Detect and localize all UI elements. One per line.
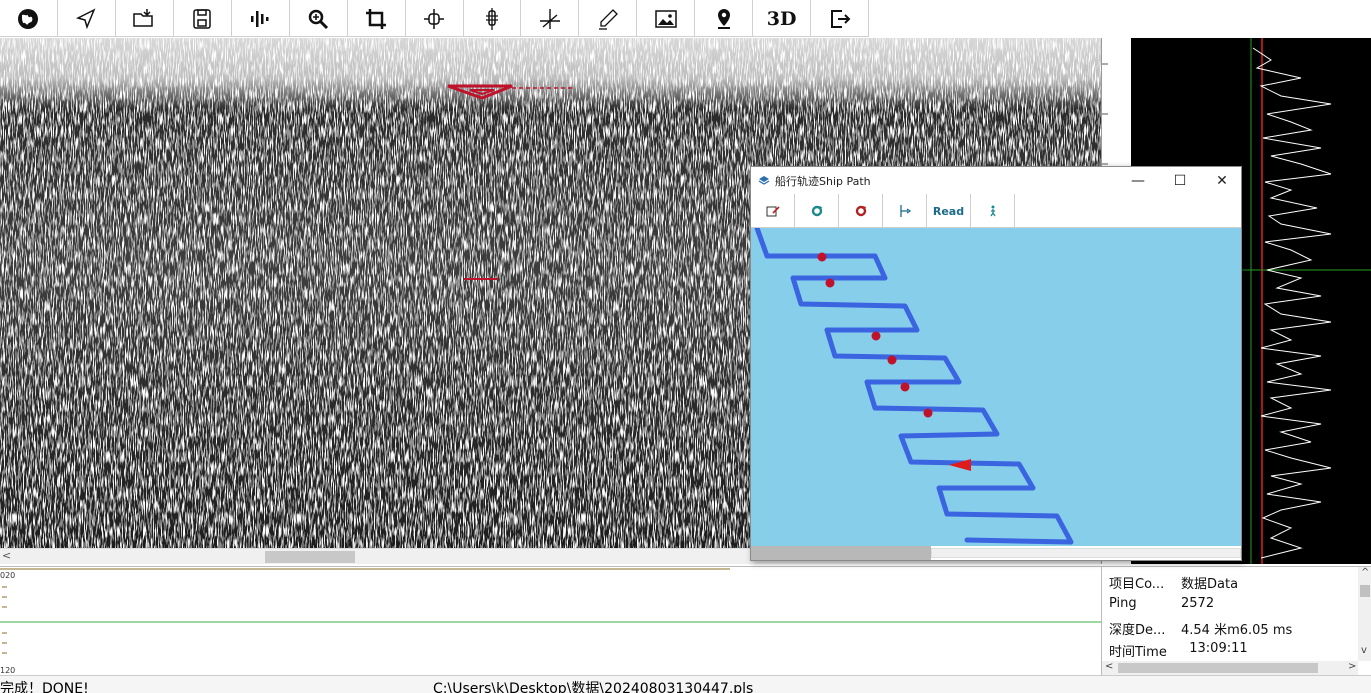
edit-button[interactable] — [751, 194, 795, 228]
ship-track-canvas — [754, 228, 1074, 545]
scroll-up-arrow[interactable]: ^ — [1361, 567, 1369, 578]
maximize-button[interactable]: ☐ — [1159, 167, 1201, 194]
exit-icon — [830, 9, 851, 28]
ship-map-scroll-thumb[interactable] — [751, 546, 931, 560]
signal-strip: 020 120 — [0, 566, 1101, 675]
ship-path-title: 船行轨迹Ship Path — [775, 174, 871, 188]
navigate-button[interactable] — [58, 0, 116, 37]
info-vertical-scrollbar[interactable]: ^ v — [1358, 567, 1371, 661]
crop-button[interactable] — [348, 0, 406, 37]
scroll-down-arrow[interactable]: v — [1361, 645, 1367, 656]
info-value: 2572 — [1181, 596, 1215, 611]
depth-marker-button[interactable] — [464, 0, 522, 37]
exit-button[interactable] — [811, 0, 870, 37]
globe-button[interactable] — [0, 0, 58, 37]
info-key: 深度De... — [1109, 623, 1166, 638]
refresh-icon — [811, 205, 822, 217]
track-marker — [817, 252, 827, 262]
image-icon — [655, 9, 677, 28]
window-app-icon — [758, 175, 770, 185]
sonar-scroll-thumb[interactable] — [265, 551, 355, 563]
app-window: 3D < 020 120 项目Co... 数据Data Ping 2572 深度… — [0, 0, 1371, 693]
track-marker — [871, 331, 881, 341]
info-value: 4.54 米m6.05 ms — [1181, 623, 1293, 638]
ship-map-scroll-track[interactable] — [931, 548, 1241, 558]
3d-label: 3D — [766, 7, 797, 30]
toolbar-empty-area — [869, 0, 1371, 37]
edit-icon — [766, 206, 780, 217]
ship-path-titlebar[interactable]: 船行轨迹Ship Path — ☐ ✕ — [751, 167, 1241, 194]
image-button[interactable] — [637, 0, 696, 37]
target-button[interactable] — [406, 0, 464, 37]
info-table: 项目Co... 数据Data Ping 2572 深度De... 4.54 米m… — [1101, 566, 1371, 675]
navigate-arrow-icon — [76, 7, 96, 29]
refresh-button[interactable] — [795, 194, 839, 228]
strip-bottom-label: 120 — [0, 666, 16, 675]
info-horizontal-scrollbar[interactable]: < > — [1102, 661, 1358, 675]
axis-icon — [539, 8, 560, 29]
waveform-icon — [251, 10, 269, 27]
walker-button[interactable] — [971, 194, 1015, 228]
minimize-button[interactable]: — — [1117, 167, 1159, 194]
info-key: Ping — [1109, 596, 1137, 611]
info-value: 13:09:11 — [1181, 641, 1248, 656]
pen-button[interactable] — [579, 0, 638, 37]
zoom-icon — [308, 9, 329, 29]
path-icon — [899, 205, 911, 217]
status-bar: 完成！DONE! C:\Users\k\Desktop\数据\202408031… — [0, 675, 1371, 693]
info-row-ping[interactable]: Ping 2572 — [1102, 593, 1356, 615]
refresh-red-icon — [855, 205, 866, 217]
map-pin-button[interactable] — [695, 0, 754, 37]
main-toolbar: 3D — [0, 0, 870, 37]
info-key: 时间Time — [1109, 645, 1167, 660]
zoom-button[interactable] — [290, 0, 348, 37]
info-row-project[interactable]: 项目Co... 数据Data — [1102, 570, 1356, 592]
save-icon — [193, 8, 212, 29]
scroll-left-arrow[interactable]: < — [1105, 661, 1113, 672]
info-value: 数据Data — [1181, 577, 1239, 592]
read-label: Read — [932, 204, 965, 218]
walker-icon — [989, 205, 996, 217]
ship-path-toolbar: Read — [751, 194, 1241, 228]
status-file-path: C:\Users\k\Desktop\数据\20240803130447.pls — [433, 681, 754, 693]
ship-path-window[interactable]: 船行轨迹Ship Path — ☐ ✕ Read — [750, 166, 1242, 561]
crop-icon — [366, 8, 387, 29]
reset-button[interactable] — [839, 194, 883, 228]
info-key: 项目Co... — [1109, 577, 1165, 592]
3d-button[interactable]: 3D — [753, 0, 812, 37]
target-icon — [424, 8, 445, 29]
waveform-button[interactable] — [232, 0, 290, 37]
signal-strip-lines — [0, 568, 1101, 654]
path-button[interactable] — [883, 194, 927, 228]
ship-path-map[interactable] — [751, 228, 1241, 546]
info-row-time[interactable]: 时间Time 13:09:11 — [1102, 638, 1356, 660]
ship-track-line — [754, 228, 1074, 545]
pen-icon — [598, 8, 618, 30]
info-hscroll-thumb[interactable] — [1118, 663, 1318, 673]
scroll-right-arrow[interactable]: > — [1348, 661, 1356, 672]
scroll-left-arrow[interactable]: < — [2, 549, 11, 562]
open-folder-button[interactable] — [116, 0, 174, 37]
info-vscroll-thumb[interactable] — [1360, 585, 1370, 597]
depth-marker-icon — [485, 7, 498, 30]
ship-map-scrollbar[interactable] — [751, 546, 1241, 560]
map-pin-icon — [717, 8, 730, 29]
track-marker — [900, 382, 910, 392]
save-button[interactable] — [174, 0, 232, 37]
axis-button[interactable] — [521, 0, 580, 37]
globe-icon — [18, 8, 39, 29]
status-message: 完成！DONE! — [0, 681, 89, 693]
open-folder-icon — [133, 8, 154, 27]
track-marker — [887, 355, 897, 365]
read-button[interactable]: Read — [927, 194, 971, 228]
track-marker — [825, 278, 835, 288]
info-row-depth[interactable]: 深度De... 4.54 米m6.05 ms — [1102, 616, 1356, 638]
close-button[interactable]: ✕ — [1201, 167, 1243, 194]
track-marker — [923, 408, 933, 418]
